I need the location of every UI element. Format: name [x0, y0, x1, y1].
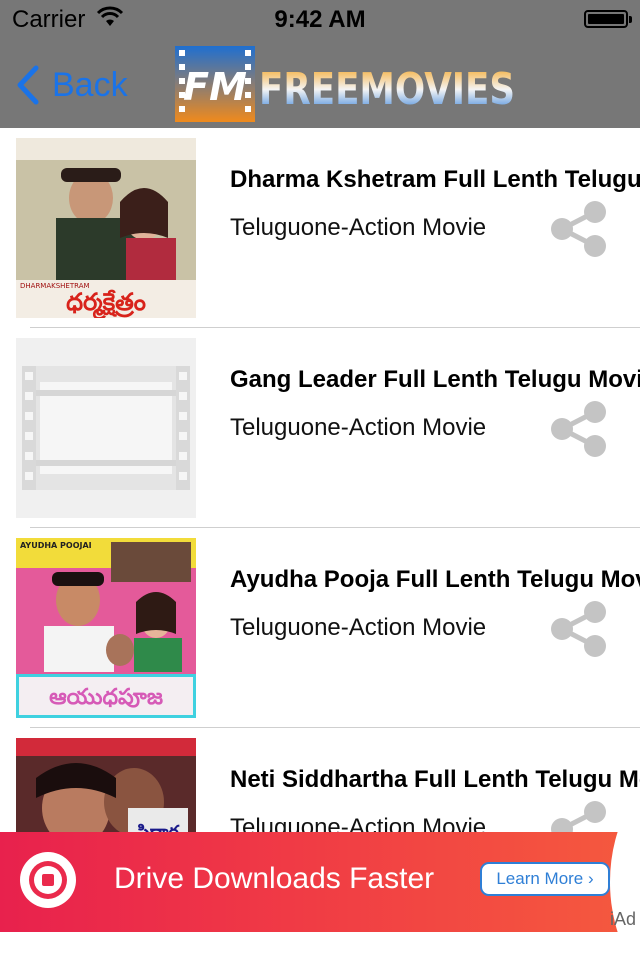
movie-poster: సిద్ధార్థ: [16, 738, 196, 832]
movie-poster: AYUDHA POOJAI ఆయుధపూజ: [16, 538, 196, 718]
movie-subtitle: Teluguone-Action Movie: [230, 814, 487, 832]
ad-headline: Drive Downloads Faster: [114, 862, 435, 895]
list-item[interactable]: సిద్ధార్థ Neti Siddhartha Full Lenth Tel…: [0, 728, 640, 832]
navigation-bar: Carrier 9:42 AM Back FM FREEMOVIES: [0, 0, 640, 128]
list-item[interactable]: DHARMAKSHETRAM ధర్మక్షేత్రం Dharma Kshet…: [0, 128, 640, 328]
movie-poster: DHARMAKSHETRAM ధర్మక్షేత్రం: [16, 138, 196, 318]
ad-stop-icon: [20, 852, 76, 908]
share-icon[interactable]: [550, 400, 608, 458]
list-item[interactable]: Gang Leader Full Lenth Telugu Movie Telu…: [0, 328, 640, 528]
status-bar: Carrier 9:42 AM: [0, 0, 640, 40]
movie-subtitle: Teluguone-Action Movie: [230, 214, 487, 241]
freemovies-logo: FM FREEMOVIES: [175, 46, 515, 122]
learn-more-button[interactable]: Learn More ›: [480, 862, 610, 896]
movie-title: Neti Siddhartha Full Lenth Telugu Movie: [230, 766, 640, 793]
bottom-margin: [0, 932, 640, 960]
movie-subtitle: Teluguone-Action Movie: [230, 614, 487, 641]
back-button[interactable]: Back: [16, 60, 128, 110]
clock: 9:42 AM: [274, 6, 366, 33]
back-label: Back: [52, 65, 128, 104]
chevron-left-icon: [17, 65, 39, 105]
movie-list[interactable]: DHARMAKSHETRAM ధర్మక్షేత్రం Dharma Kshet…: [0, 128, 640, 832]
logo-badge: FM: [183, 65, 247, 109]
svg-text:ఆయుధపూజ: ఆయుధపూజ: [49, 685, 163, 710]
ad-banner[interactable]: Drive Downloads Faster Learn More › iAd: [0, 832, 640, 932]
logo-text: FREEMOVIES: [259, 64, 515, 115]
share-icon[interactable]: [550, 800, 608, 832]
iad-label: iAd: [609, 909, 636, 929]
list-item[interactable]: AYUDHA POOJAI ఆయుధపూజ Ayudha Pooja Full …: [0, 528, 640, 728]
share-icon[interactable]: [550, 200, 608, 258]
svg-text:సిద్ధార్థ: సిద్ధార్థ: [137, 822, 180, 832]
battery-icon: [584, 10, 632, 28]
share-icon[interactable]: [550, 600, 608, 658]
movie-subtitle: Teluguone-Action Movie: [230, 414, 487, 441]
svg-text:ధర్మక్షేత్రం: ధర్మక్షేత్రం: [66, 288, 146, 318]
svg-text:AYUDHA POOJAI: AYUDHA POOJAI: [20, 541, 92, 550]
movie-title: Dharma Kshetram Full Lenth Telugu Movie: [230, 166, 640, 193]
movie-title: Ayudha Pooja Full Lenth Telugu Movie: [230, 566, 640, 593]
movie-poster-placeholder: [16, 338, 196, 518]
movie-title: Gang Leader Full Lenth Telugu Movie: [230, 366, 640, 393]
